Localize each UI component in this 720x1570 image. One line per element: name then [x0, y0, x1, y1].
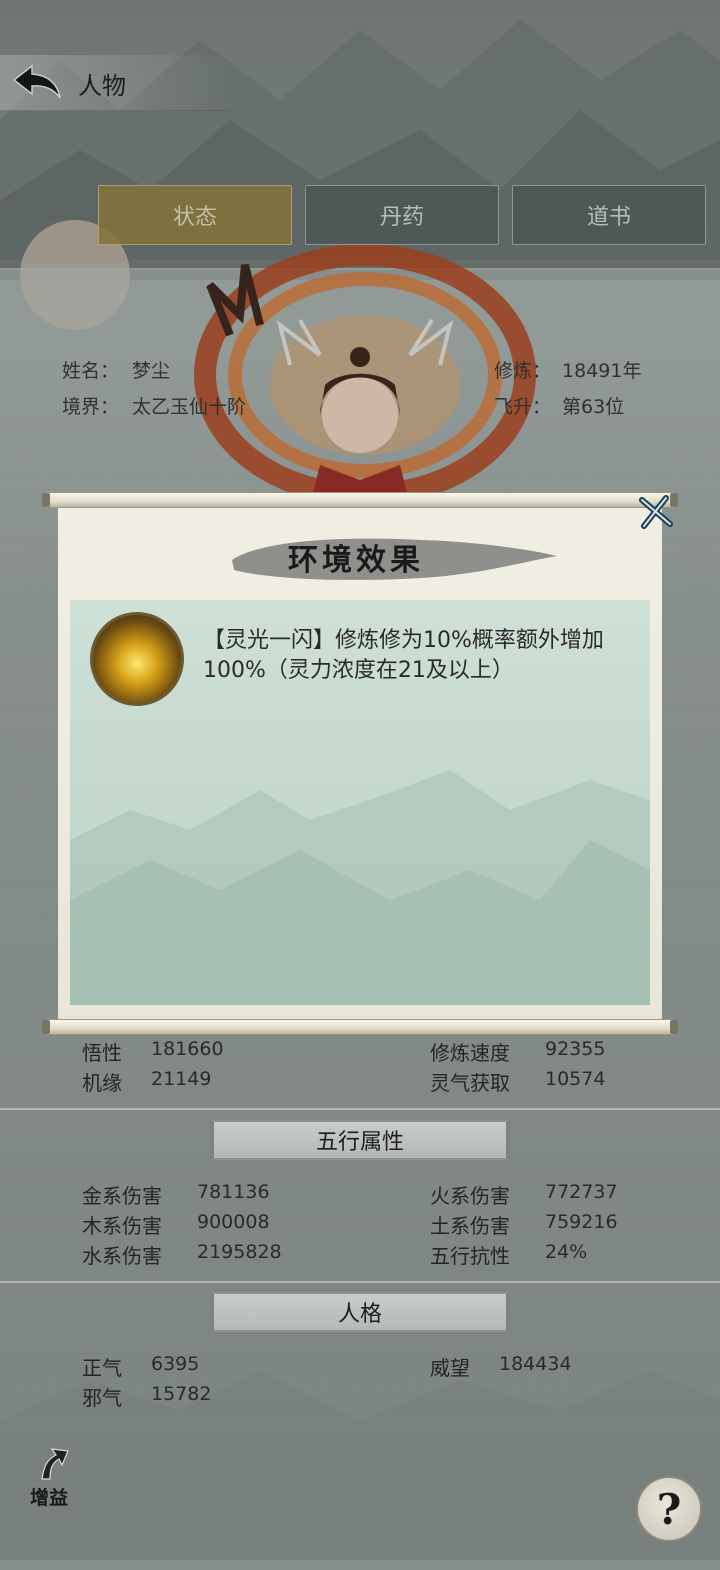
- stat-label-earth-dmg: 土系伤害: [430, 1214, 510, 1238]
- stat-value-wood-dmg: 900008: [197, 1211, 270, 1233]
- scroll-rod-top: [44, 492, 676, 508]
- character-realm: 太乙玉仙十阶: [132, 396, 247, 418]
- personality-section-title: 人格: [210, 1292, 510, 1332]
- stat-label-righteousness: 正气: [82, 1356, 122, 1380]
- stat-value-cultivation-speed: 92355: [545, 1038, 606, 1060]
- section-divider: [0, 1281, 720, 1283]
- character-name: 梦尘: [132, 360, 171, 382]
- stat-value-metal-dmg: 781136: [197, 1181, 270, 1203]
- tab-pills[interactable]: 丹药: [305, 185, 499, 245]
- name-label: 姓名：: [62, 360, 120, 382]
- stat-label-wood-dmg: 木系伤害: [82, 1214, 162, 1238]
- stat-label-prestige: 威望: [430, 1356, 470, 1380]
- section-divider: [0, 1108, 720, 1110]
- stat-label-fortune: 机缘: [82, 1071, 122, 1095]
- stat-value-earth-dmg: 759216: [545, 1211, 618, 1233]
- stat-value-water-dmg: 2195828: [197, 1241, 282, 1263]
- scroll-rod-cap: [42, 493, 50, 507]
- ascension-rank: 第63位: [562, 396, 625, 418]
- buff-label: 增益: [30, 1487, 69, 1509]
- stat-label-element-resist: 五行抗性: [430, 1244, 510, 1268]
- tab-books[interactable]: 道书: [512, 185, 706, 245]
- up-arrow-icon: [41, 1448, 69, 1480]
- effect-description: 【灵光一闪】修炼修为10%概率额外增加100%（灵力浓度在21及以上）: [203, 628, 604, 683]
- cultivation-label: 修炼：: [494, 360, 552, 382]
- stat-label-cultivation-speed: 修炼速度: [430, 1041, 510, 1065]
- stat-value-righteousness: 6395: [151, 1353, 200, 1375]
- stat-label-evil: 邪气: [82, 1386, 122, 1410]
- stat-label-wuxing: 悟性: [82, 1041, 122, 1065]
- ascension-label: 飞升：: [494, 396, 552, 418]
- stat-label-spirit-gain: 灵气获取: [430, 1071, 510, 1095]
- stat-value-evil: 15782: [151, 1383, 212, 1405]
- stat-label-water-dmg: 水系伤害: [82, 1244, 162, 1268]
- scroll-rod-bottom: [44, 1019, 676, 1035]
- stat-label-metal-dmg: 金系伤害: [82, 1184, 162, 1208]
- scroll-rod-cap: [42, 1020, 50, 1034]
- stat-label-fire-dmg: 火系伤害: [430, 1184, 510, 1208]
- stat-value-fortune: 21149: [151, 1068, 212, 1090]
- help-button[interactable]: ?: [636, 1476, 702, 1542]
- wuxing-section-title: 五行属性: [210, 1120, 510, 1160]
- stat-value-fire-dmg: 772737: [545, 1181, 618, 1203]
- realm-label: 境界：: [62, 396, 120, 418]
- close-x-icon[interactable]: [636, 492, 676, 532]
- stat-value-prestige: 184434: [499, 1353, 572, 1375]
- cultivation-years: 18491年: [562, 360, 642, 382]
- back-arrow-icon[interactable]: [8, 62, 64, 102]
- ink-mountains: [70, 770, 650, 1005]
- golden-light-icon: [90, 612, 184, 706]
- tab-status[interactable]: 状态: [98, 185, 292, 245]
- buff-button[interactable]: 增益: [28, 1445, 80, 1511]
- page-title: 人物: [78, 72, 126, 100]
- stat-value-wuxing: 181660: [151, 1038, 224, 1060]
- stat-value-element-resist: 24%: [545, 1241, 588, 1263]
- scroll-rod-cap: [670, 1020, 678, 1034]
- stat-value-spirit-gain: 10574: [545, 1068, 606, 1090]
- modal-title: 环境效果: [288, 543, 424, 578]
